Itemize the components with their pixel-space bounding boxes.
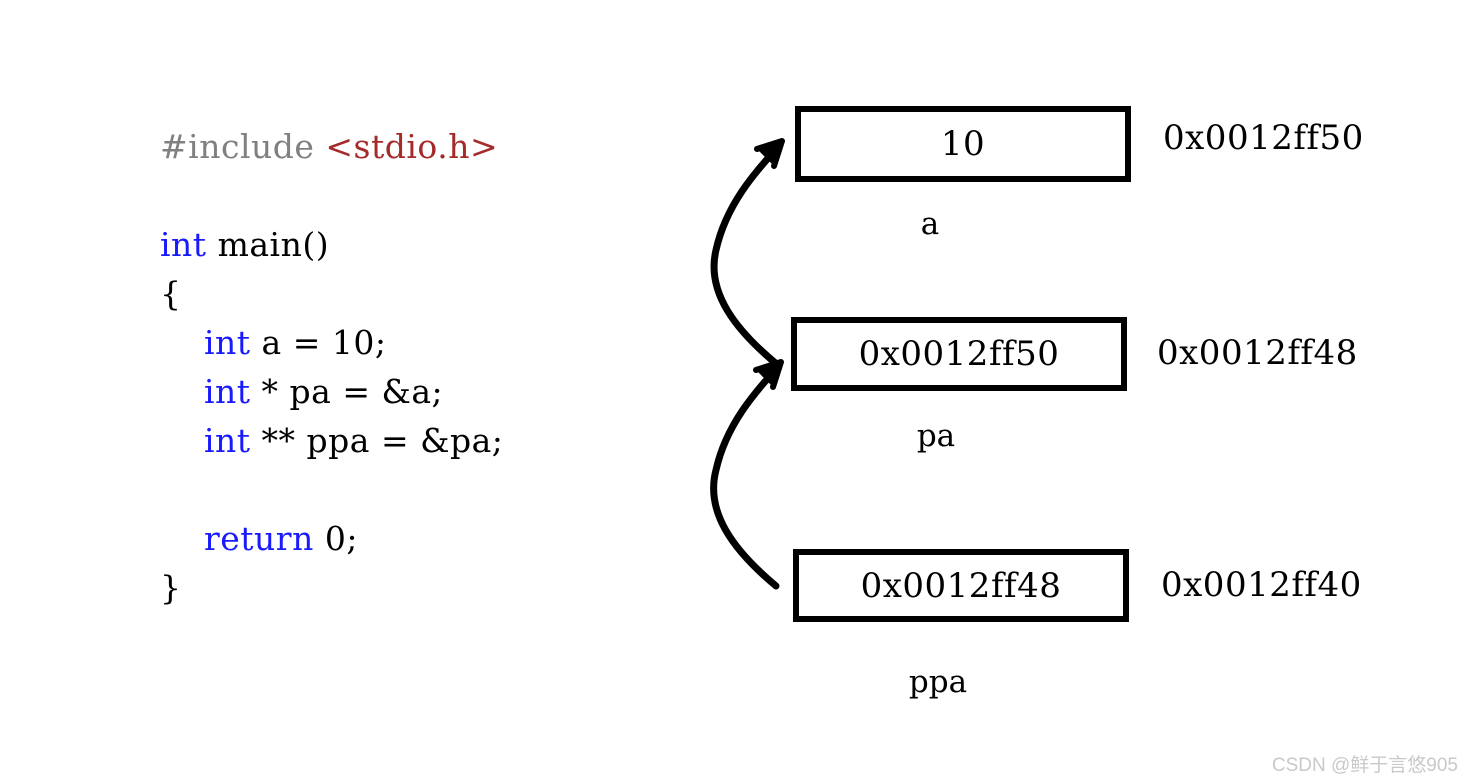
memory-cell-pa: 0x0012ff50 — [791, 317, 1127, 391]
code-token: { — [160, 274, 182, 313]
code-token: #include — [160, 127, 326, 166]
code-line-5: int * pa = &a; — [160, 367, 503, 416]
code-token: main() — [206, 225, 330, 264]
ppa-to-pa-arrow-curve — [710, 363, 782, 590]
ppa-to-pa-arrowhead — [753, 359, 784, 390]
memory-cell-ppa-address: 0x0012ff40 — [1161, 565, 1362, 605]
code-token: int — [160, 225, 207, 264]
memory-cell-a-value: 10 — [940, 124, 986, 164]
memory-cell-ppa-label: ppa — [908, 664, 968, 700]
code-token: return — [203, 519, 314, 558]
code-line-6: int ** ppa = &pa; — [160, 416, 503, 465]
code-line-2: int main() — [160, 220, 503, 269]
memory-cell-a: 10 — [795, 106, 1131, 182]
code-line-3: { — [160, 269, 503, 318]
code-token: 0; — [313, 519, 358, 558]
code-token: <stdio.h> — [325, 127, 499, 166]
memory-cell-pa-value: 0x0012ff50 — [858, 334, 1060, 374]
source-code-block: #include <stdio.h> int main() { int a = 1… — [160, 122, 503, 612]
memory-cell-a-address: 0x0012ff50 — [1163, 118, 1364, 158]
code-token: int — [203, 323, 251, 362]
memory-cell-pa-label: pa — [916, 418, 956, 454]
pa-to-a-arrowhead — [754, 138, 785, 169]
diagram-canvas: #include <stdio.h> int main() { int a = 1… — [0, 0, 1466, 783]
code-token: * pa = &a; — [250, 372, 444, 411]
code-token: ** ppa = &pa; — [250, 421, 504, 460]
csdn-watermark: CSDN @鲜于言悠905 — [1271, 755, 1458, 776]
code-token: int — [203, 421, 251, 460]
code-line-9: } — [160, 563, 503, 612]
memory-cell-ppa: 0x0012ff48 — [793, 549, 1129, 622]
code-token: int — [203, 372, 251, 411]
code-line-4: int a = 10; — [160, 318, 503, 367]
code-line-8: return 0; — [160, 514, 503, 563]
code-line-0: #include <stdio.h> — [160, 122, 503, 171]
code-token: a = 10; — [250, 323, 387, 362]
memory-cell-pa-address: 0x0012ff48 — [1157, 333, 1358, 373]
pa-to-a-arrow-curve — [710, 142, 783, 370]
code-token: } — [160, 568, 182, 607]
memory-cell-ppa-value: 0x0012ff48 — [860, 565, 1062, 606]
memory-cell-a-label: a — [920, 206, 940, 242]
